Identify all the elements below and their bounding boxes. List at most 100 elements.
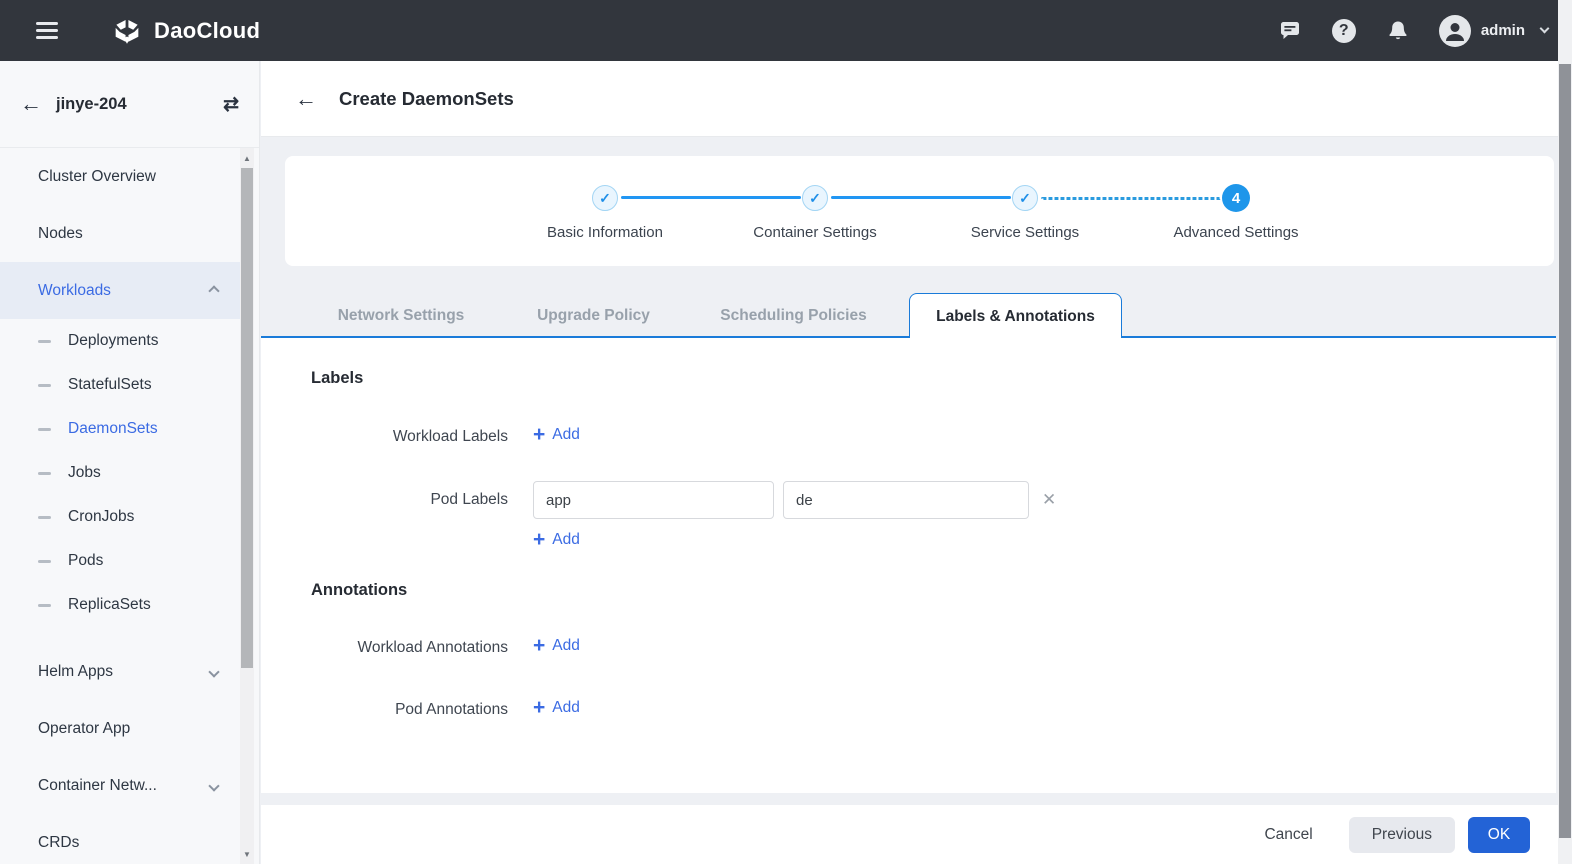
sidebar: ← jinye-204 ⇄ Cluster Overview Nodes Wor… xyxy=(0,61,260,864)
topbar-actions: ? admin xyxy=(1249,14,1572,47)
workloads-subgroup: Deployments StatefulSets DaemonSets Jobs… xyxy=(0,319,240,627)
dash-icon xyxy=(38,515,51,519)
sidebar-item-daemonsets[interactable]: DaemonSets xyxy=(0,407,240,451)
step-3-check-icon: ✓ xyxy=(1012,185,1038,211)
dash-icon xyxy=(38,383,51,387)
sidebar-item-label: Container Netw... xyxy=(38,776,157,794)
sidebar-item-label: Nodes xyxy=(38,224,83,242)
pod-label-value-input[interactable] xyxy=(783,481,1029,519)
previous-button[interactable]: Previous xyxy=(1348,816,1455,853)
add-button-label: Add xyxy=(552,636,580,654)
cluster-name: jinye-204 xyxy=(56,94,127,113)
sidebar-item-deployments[interactable]: Deployments xyxy=(0,319,240,363)
pod-label-key-input[interactable] xyxy=(533,481,774,519)
dash-icon xyxy=(38,339,51,343)
sidebar-item-container-network[interactable]: Container Netw... xyxy=(0,757,240,814)
stepper: ✓ ✓ ✓ 4 Basic Information Container Sett… xyxy=(285,156,1554,266)
page-back-icon[interactable]: ← xyxy=(295,87,317,110)
user-avatar-icon[interactable] xyxy=(1438,14,1471,47)
add-button-label: Add xyxy=(552,425,580,443)
sidebar-item-pods[interactable]: Pods xyxy=(0,539,240,583)
brand-name: DaoCloud xyxy=(154,17,261,43)
page-header: ← Create DaemonSets xyxy=(261,61,1572,137)
sidebar-item-operator-app[interactable]: Operator App xyxy=(0,700,240,757)
daocloud-logo-icon xyxy=(115,19,139,44)
notifications-bell-icon[interactable] xyxy=(1385,18,1411,44)
help-icon[interactable]: ? xyxy=(1331,18,1357,44)
dash-icon xyxy=(38,427,51,431)
question-mark-glyph: ? xyxy=(1331,18,1356,43)
tab-network-settings[interactable]: Network Settings xyxy=(301,293,501,338)
sidebar-scrollbar[interactable]: ▲ ▼ xyxy=(240,148,254,864)
sidebar-item-cronjobs[interactable]: CronJobs xyxy=(0,495,240,539)
remove-pod-label-icon[interactable]: ✕ xyxy=(1042,490,1056,510)
sidebar-item-label: StatefulSets xyxy=(68,376,152,393)
step-connector xyxy=(831,196,1011,199)
tab-labels-annotations[interactable]: Labels & Annotations xyxy=(909,293,1122,338)
labels-annotations-panel: Labels Workload Labels + Add Pod Labels … xyxy=(261,338,1556,793)
sidebar-menu: Cluster Overview Nodes Workloads Deploym… xyxy=(0,148,240,864)
pod-annotations-label: Pod Annotations xyxy=(395,701,508,718)
sidebar-item-jobs[interactable]: Jobs xyxy=(0,451,240,495)
workload-labels-label: Workload Labels xyxy=(392,428,508,445)
add-workload-annotation-button[interactable]: + Add xyxy=(533,635,580,656)
page-title: Create DaemonSets xyxy=(339,87,514,109)
add-button-label: Add xyxy=(552,698,580,716)
sidebar-item-nodes[interactable]: Nodes xyxy=(0,205,240,262)
step-label-basic-information: Basic Information xyxy=(547,224,663,241)
sidebar-item-label: Deployments xyxy=(68,332,159,349)
sidebar-item-label: CRDs xyxy=(38,833,80,851)
brand[interactable]: DaoCloud xyxy=(110,14,260,48)
messages-icon[interactable] xyxy=(1277,18,1303,44)
sidebar-scrollbar-thumb[interactable] xyxy=(241,168,253,668)
step-4-badge: 4 xyxy=(1222,184,1250,212)
step-connector xyxy=(621,196,801,199)
sidebar-item-label: Jobs xyxy=(68,464,101,481)
sidebar-item-label: Cluster Overview xyxy=(38,167,156,185)
step-label-service-settings: Service Settings xyxy=(970,224,1080,241)
sidebar-item-label: DaemonSets xyxy=(68,420,158,437)
ok-button[interactable]: OK xyxy=(1468,816,1530,853)
add-pod-annotation-button[interactable]: + Add xyxy=(533,697,580,718)
username[interactable]: admin xyxy=(1481,22,1525,39)
plus-icon: + xyxy=(533,634,546,657)
sidebar-item-crds[interactable]: CRDs xyxy=(0,814,240,864)
step-label-container-settings: Container Settings xyxy=(753,224,877,241)
sidebar-item-workloads[interactable]: Workloads xyxy=(0,262,240,319)
sidebar-item-replicasets[interactable]: ReplicaSets xyxy=(0,583,240,627)
dash-icon xyxy=(38,559,51,563)
sidebar-header: ← jinye-204 ⇄ xyxy=(0,61,259,148)
page-scrollbar[interactable] xyxy=(1558,0,1572,864)
sidebar-item-label: Helm Apps xyxy=(38,662,113,680)
scroll-down-arrow-icon[interactable]: ▼ xyxy=(240,847,254,861)
sidebar-item-statefulsets[interactable]: StatefulSets xyxy=(0,363,240,407)
hamburger-menu-icon[interactable] xyxy=(36,18,58,44)
dash-icon xyxy=(38,471,51,475)
switch-cluster-icon[interactable]: ⇄ xyxy=(223,93,239,116)
sidebar-back-icon[interactable]: ← xyxy=(20,93,42,115)
add-button-label: Add xyxy=(552,530,580,548)
chevron-down-icon xyxy=(208,779,220,792)
topbar: DaoCloud ? admin xyxy=(0,0,1572,61)
scroll-up-arrow-icon[interactable]: ▲ xyxy=(240,151,254,165)
cancel-button[interactable]: Cancel xyxy=(1260,818,1316,852)
sidebar-item-label: Workloads xyxy=(38,281,111,299)
sidebar-item-cluster-overview[interactable]: Cluster Overview xyxy=(0,148,240,205)
sidebar-item-helm-apps[interactable]: Helm Apps xyxy=(0,643,240,700)
chevron-down-icon xyxy=(208,665,220,678)
sidebar-item-label: ReplicaSets xyxy=(68,596,151,613)
dash-icon xyxy=(38,603,51,607)
tab-scheduling-policies[interactable]: Scheduling Policies xyxy=(686,293,901,338)
chevron-up-icon xyxy=(208,284,220,297)
annotations-section-heading: Annotations xyxy=(311,581,408,599)
wizard-footer: Cancel Previous OK xyxy=(261,805,1558,864)
sidebar-item-label: CronJobs xyxy=(68,508,135,525)
step-2-check-icon: ✓ xyxy=(802,185,828,211)
user-menu-chevron-icon[interactable] xyxy=(1539,23,1550,34)
sidebar-item-label: Operator App xyxy=(38,719,131,737)
tab-bar: Network Settings Upgrade Policy Scheduli… xyxy=(261,293,1556,338)
add-workload-label-button[interactable]: + Add xyxy=(533,424,580,445)
page-scrollbar-thumb[interactable] xyxy=(1559,64,1571,838)
add-pod-label-button[interactable]: + Add xyxy=(533,529,580,550)
tab-upgrade-policy[interactable]: Upgrade Policy xyxy=(501,293,686,338)
